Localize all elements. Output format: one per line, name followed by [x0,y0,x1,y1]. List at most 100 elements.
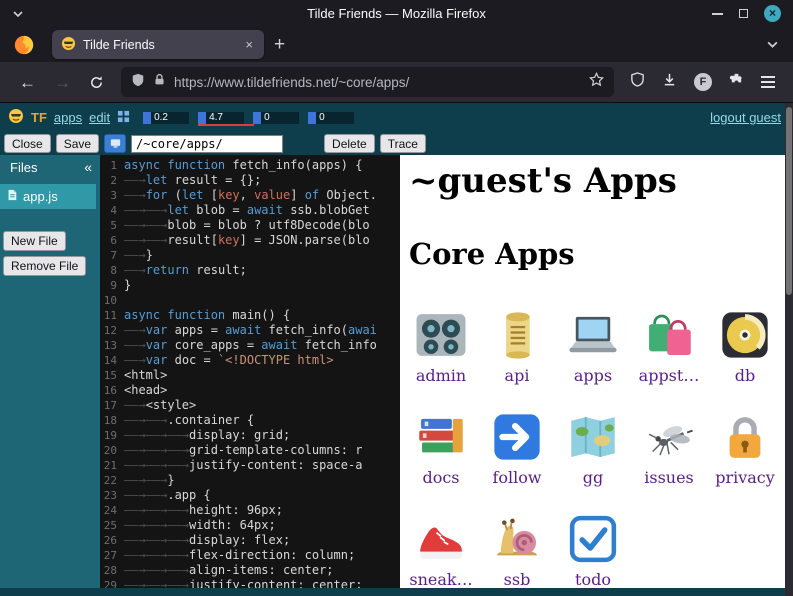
menu-hamburger-icon[interactable] [761,76,775,87]
reload-icon[interactable] [80,75,113,90]
disc-icon [716,306,774,364]
app-item-admin[interactable]: admin [409,297,473,393]
resource-meter: 0 [253,112,299,124]
new-tab-button[interactable]: + [274,35,285,54]
app-item-sneak[interactable]: sneak… [409,501,473,588]
code-editor[interactable]: 1async function fetch_info(apps) {2——→le… [100,155,400,588]
tracking-shield-icon[interactable] [131,73,145,92]
file-item-appjs[interactable]: app.js [0,184,96,209]
app-label: appst… [639,366,700,385]
window-menu-chevron-icon[interactable] [12,8,24,20]
app-item-apps[interactable]: apps [561,297,625,393]
app-icon-button[interactable] [104,134,126,153]
code-line: 25——→——→——→width: 64px; [100,518,400,533]
account-avatar[interactable]: F [694,73,712,91]
knobs-icon [412,306,470,364]
code-line: 2——→let result = {}; [100,173,400,188]
firefox-logo-icon[interactable] [13,34,35,56]
code-line: 8——→return result; [100,263,400,278]
brand-link[interactable]: TF [31,110,47,125]
app-item-docs[interactable]: docs [409,399,473,495]
code-line: 27——→——→——→flex-direction: column; [100,548,400,563]
code-line: 13——→var core_apps = await fetch_info [100,338,400,353]
close-window-icon[interactable]: × [764,5,781,22]
forward-icon[interactable]: → [45,74,80,91]
app-item-gg[interactable]: gg [561,399,625,495]
code-line: 16<head> [100,383,400,398]
code-line: 3——→for (let [key, value] of Object. [100,188,400,203]
code-line: 7——→} [100,248,400,263]
url-bar[interactable]: https://www.tildefriends.net/~core/apps/ [121,67,614,97]
app-label: apps [574,366,612,385]
url-text: https://www.tildefriends.net/~core/apps/ [174,75,581,90]
code-line: 9} [100,278,400,293]
navigation-toolbar: ← → https://www.tildefriends.net/~core/a… [0,62,793,103]
app-label: follow [492,468,541,487]
logout-link[interactable]: logout guest [710,110,781,125]
app-label: privacy [715,468,775,487]
code-line: 17——→<style> [100,398,400,413]
app-item-db[interactable]: db [713,297,777,393]
app-label: api [505,366,530,385]
files-sidebar: Files « app.js New File Remove File [0,155,100,588]
apps-link[interactable]: apps [54,110,82,125]
resource-meter: 4.7 [198,112,244,124]
edit-link[interactable]: edit [89,110,110,125]
app-label: issues [644,468,694,487]
minimize-icon[interactable] [712,13,723,15]
scroll-icon [488,306,546,364]
smiley-logo-icon [8,108,24,127]
collapse-files-icon[interactable]: « [84,159,92,175]
path-input[interactable] [131,135,283,153]
app-item-appst[interactable]: appst… [637,297,701,393]
app-label: ssb [504,570,531,589]
editor-toolbar: Close Save Delete Trace [0,132,793,155]
trace-button[interactable]: Trace [380,134,426,153]
app-item-api[interactable]: api [485,297,549,393]
code-line: 4——→——→let blob = await ssb.blobGet [100,203,400,218]
site-header: TF apps edit 0.24.700 logout guest [0,103,793,132]
code-line: 18——→——→.container { [100,413,400,428]
app-label: docs [422,468,459,487]
grid-icon[interactable] [117,110,130,126]
app-item-todo[interactable]: todo [561,501,625,588]
page-scrollbar[interactable] [785,103,793,596]
app-item-privacy[interactable]: privacy [713,399,777,495]
extensions-puzzle-icon[interactable] [729,72,744,92]
app-label: admin [416,366,466,385]
back-icon[interactable]: ← [10,74,45,91]
tab-close-icon[interactable]: × [243,37,255,52]
downloads-icon[interactable] [662,72,677,92]
mosquito-icon [640,408,698,466]
titlebar: Tilde Friends — Mozilla Firefox × [0,0,793,27]
app-item-ssb[interactable]: ssb [485,501,549,588]
code-line: 26——→——→——→display: flex; [100,533,400,548]
code-line: 1async function fetch_info(apps) { [100,158,400,173]
code-line: 6——→——→result[key] = JSON.parse(blo [100,233,400,248]
files-panel-title: Files [10,160,37,175]
app-item-follow[interactable]: follow [485,399,549,495]
scrollbar-thumb[interactable] [786,107,792,295]
delete-button[interactable]: Delete [324,134,375,153]
lock-icon[interactable] [153,73,166,91]
app-label: todo [575,570,611,589]
laptop-icon [564,306,622,364]
new-file-button[interactable]: New File [3,231,66,251]
resource-meter: 0 [308,112,354,124]
list-all-tabs-chevron-icon[interactable] [766,38,779,51]
books-icon [412,408,470,466]
app-item-issues[interactable]: issues [637,399,701,495]
app-label: db [735,366,755,385]
tab-tilde-friends[interactable]: Tilde Friends × [52,30,264,59]
page-content: TF apps edit 0.24.700 logout guest Close… [0,103,793,596]
shield-icon[interactable] [630,72,645,92]
remove-file-button[interactable]: Remove File [3,256,86,276]
resource-meters: 0.24.700 [143,112,354,124]
bookmark-star-icon[interactable] [589,72,604,92]
save-button[interactable]: Save [56,134,99,153]
code-line: 29——→——→——→justify-content: center; [100,578,400,588]
close-button[interactable]: Close [4,134,51,153]
sneaker-icon [412,510,470,568]
code-line: 21——→——→——→justify-content: space-a [100,458,400,473]
maximize-icon[interactable] [739,9,748,18]
